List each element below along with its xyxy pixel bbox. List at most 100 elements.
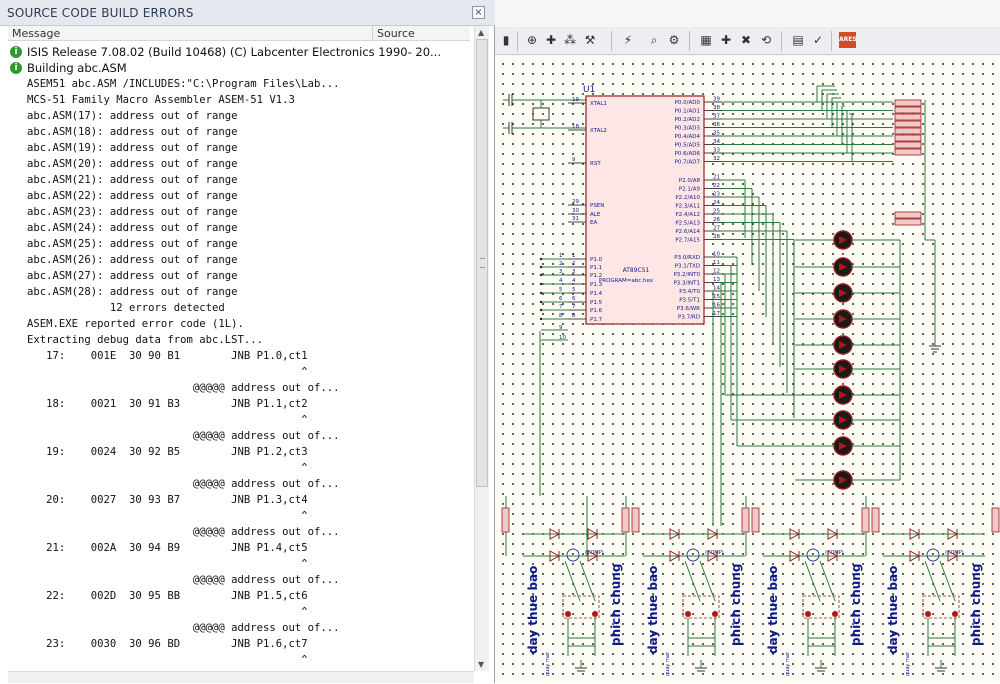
rotate-icon[interactable]: ⟲ [757,31,775,49]
wire-icon[interactable]: ⚒ [581,31,599,49]
log-line[interactable]: @@@@@ address out of... [27,572,340,588]
log-line[interactable]: 12 errors detected [27,300,340,316]
report-icon[interactable]: ▤ [789,31,807,49]
comp-label: (COMP) [825,550,844,556]
pin-number: 6 [572,296,576,302]
log-line[interactable]: Extracting debug data from abc.LST... [27,332,340,348]
lamp [806,548,820,562]
log-line[interactable]: ^ [27,604,340,620]
resistor [894,211,922,219]
add-icon[interactable]: ✚ [717,31,735,49]
pin-number: 30 [572,208,579,214]
resistor [894,148,922,156]
scroll-up-icon[interactable]: ▲ [478,28,484,37]
vertical-scrollbar[interactable]: ▲ ▼ [474,26,489,671]
toolbar-separator [611,31,612,51]
log-line[interactable]: abc.ASM(22): address out of range [27,188,340,204]
relay-contact [685,611,691,617]
column-source[interactable]: Source [377,27,415,40]
delete-icon[interactable]: ✖ [737,31,755,49]
log-line[interactable]: 21: 002A 30 94 B9 JNB P1.4,ct5 [27,540,340,556]
log-line[interactable]: abc.ASM(24): address out of range [27,220,340,236]
scroll-down-icon[interactable]: ▼ [478,660,484,669]
pin-name: P3.0/RXD [674,255,700,261]
log-line[interactable]: abc.ASM(19): address out of range [27,140,340,156]
scrollbar-thumb[interactable] [476,39,488,487]
column-message[interactable]: Message [12,27,60,40]
schematic-canvas[interactable]: U1 AT89C51 PROGRAM=abc.hex 19 XTAL1 18 XTAL2 9 R… [495,56,1000,683]
pin-name: P0.3/AD3 [675,126,701,132]
pin-name: P2.6/A14 [675,229,700,235]
pin-name: XTAL2 [590,128,607,134]
log-line[interactable]: @@@@@ address out of... [27,428,340,444]
log-line[interactable]: abc.ASM(28): address out of range [27,284,340,300]
tools-icon[interactable]: ⚙ [665,31,683,49]
log-line[interactable]: abc.ASM(17): address out of range [27,108,340,124]
log-line[interactable]: 20: 0027 30 93 B7 JNB P1.3,ct4 [27,492,340,508]
log-line[interactable]: abc.ASM(21): address out of range [27,172,340,188]
horizontal-scrollbar[interactable] [8,671,474,683]
pin-number: 36 [713,122,720,128]
log-line[interactable]: @@@@@ address out of... [27,380,340,396]
pin-number: 9 [572,157,576,163]
pin-name: ALE [590,212,601,218]
select-icon[interactable]: ▮ [497,31,515,49]
pin-number: 2 [572,261,576,267]
log-line[interactable]: abc.ASM(25): address out of range [27,236,340,252]
log-line[interactable]: 17: 001E 30 90 B1 JNB P1.0,ct1 [27,348,340,364]
log-line[interactable]: MCS-51 Family Macro Assembler ASEM-51 V1… [27,92,340,108]
pin-number: 22 [713,183,720,189]
log-line[interactable]: ^ [27,652,340,668]
log-line[interactable]: abc.ASM(18): address out of range [27,124,340,140]
log-line[interactable]: abc.ASM(27): address out of range [27,268,340,284]
pin-name: P3.6/WR [677,306,700,312]
pin-number: 14 [713,286,720,292]
log-line[interactable]: ^ [27,412,340,428]
build-log[interactable]: ASEM51 abc.ASM /INCLUDES:"C:\Program Fil… [27,76,340,684]
column-header: Message Source [8,26,470,41]
log-line[interactable]: abc.ASM(26): address out of range [27,252,340,268]
check-icon[interactable]: ✓ [809,31,827,49]
net-icon[interactable]: ⚡ [619,31,637,49]
pin-name: P2.2/A10 [675,195,700,201]
resistor [894,113,922,121]
component-icon[interactable]: ⁂ [561,31,579,49]
log-line[interactable]: ^ [27,364,340,380]
log-line[interactable]: abc.ASM(23): address out of range [27,204,340,220]
channel-label-phone: phich chung [609,564,623,646]
column-divider[interactable] [372,26,373,40]
log-line[interactable]: 19: 0024 30 92 B5 JNB P1.2,ct3 [27,444,340,460]
schematic-drawing: U1AT89C51PROGRAM=abc.hex19XTAL118XTAL29R… [501,85,1000,676]
log-line[interactable]: ASEM51 abc.ASM /INCLUDES:"C:\Program Fil… [27,76,340,92]
info-icon: i [10,46,22,58]
resistor [894,218,922,226]
pin-name: P2.4/A12 [675,212,700,218]
resistor [894,127,922,135]
pin-name: P0.5/AD5 [675,143,701,149]
lamp [566,548,580,562]
log-line[interactable]: ^ [27,460,340,476]
netlist-icon[interactable]: ▦ [697,31,715,49]
log-line[interactable]: abc.ASM(20): address out of range [27,156,340,172]
log-line[interactable]: 23: 0030 30 96 BD JNB P1.6,ct7 [27,636,340,652]
zoom-icon[interactable]: ⊕ [523,31,541,49]
log-line[interactable]: ^ [27,508,340,524]
panel-titlebar[interactable]: SOURCE CODE BUILD ERRORS × [0,0,495,26]
pin-number: 13 [713,277,720,283]
log-line[interactable]: ^ [27,556,340,572]
pan-icon[interactable]: ✚ [542,31,560,49]
pin-name: EA [590,220,597,226]
pin-number: 7 [572,304,576,310]
log-line[interactable]: @@@@@ address out of... [27,524,340,540]
pin-name: P3.7/RD [678,315,700,321]
ares-button[interactable]: ARES [839,32,857,48]
log-line[interactable]: ASEM.EXE reported error code (1L). [27,316,340,332]
close-icon[interactable]: × [472,6,485,19]
log-line[interactable]: 18: 0021 30 91 B3 JNB P1.1,ct2 [27,396,340,412]
log-line[interactable]: @@@@@ address out of... [27,620,340,636]
log-line[interactable]: 22: 002D 30 95 BB JNB P1.5,ct6 [27,588,340,604]
comp-label: (COMP) [585,550,604,556]
find-icon[interactable]: ⌕ [645,31,663,49]
lamp [926,548,940,562]
log-line[interactable]: @@@@@ address out of... [27,476,340,492]
